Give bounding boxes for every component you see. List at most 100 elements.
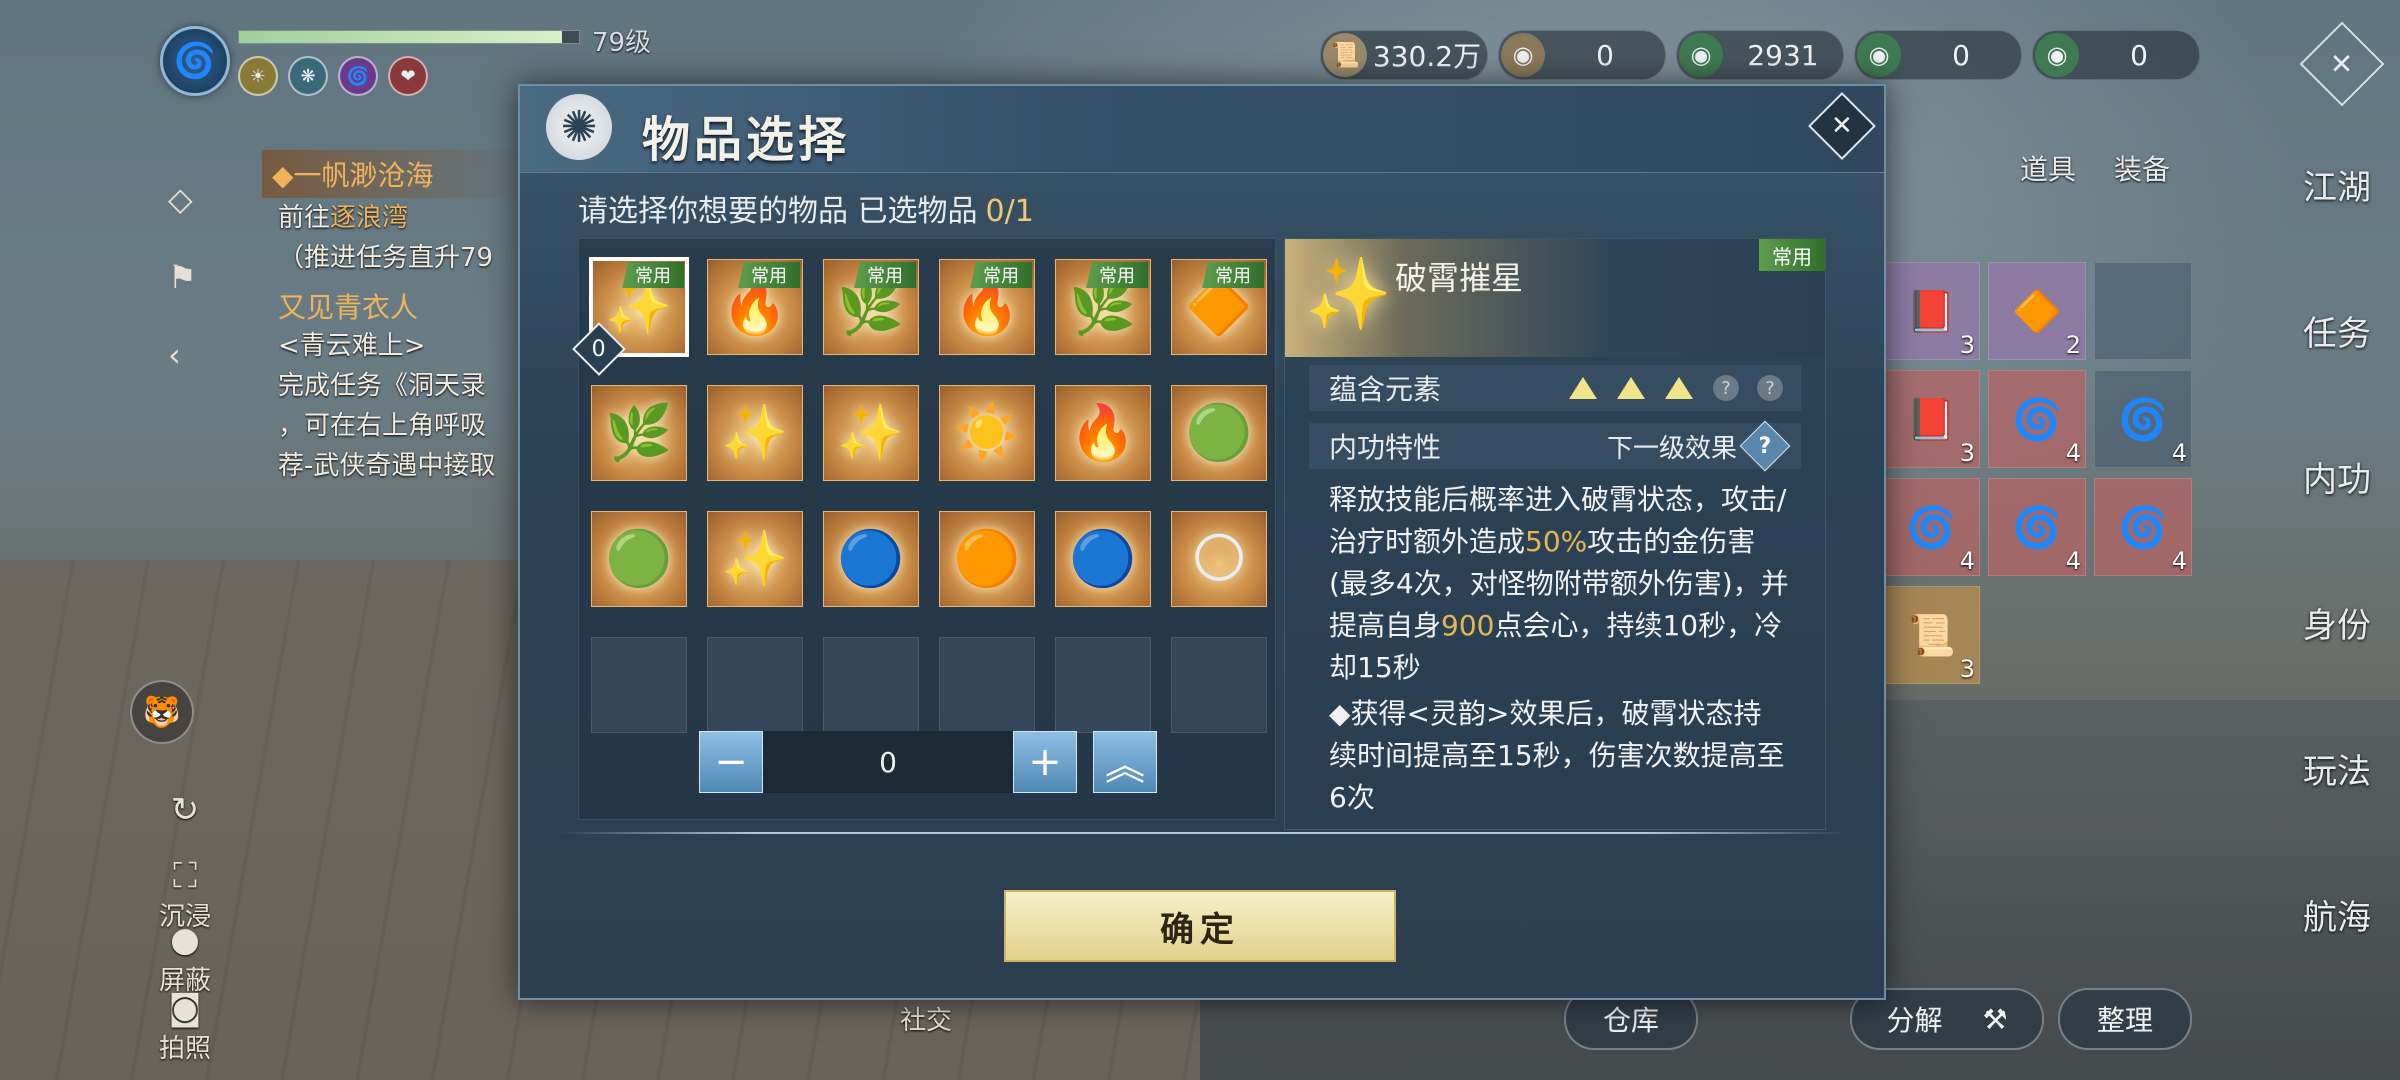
- item-slot[interactable]: 🟢: [591, 511, 687, 607]
- item-slot[interactable]: 🔵: [1055, 511, 1151, 607]
- detail-header: ✨ 破霄摧星 常用: [1285, 239, 1825, 357]
- nav-item[interactable]: 身份: [2282, 598, 2392, 744]
- item-slot[interactable]: ✨ 常用 0: [572, 257, 689, 376]
- item-slot[interactable]: 🔥 常用: [707, 259, 803, 355]
- inventory-cell[interactable]: 🌀 4: [2094, 478, 2192, 576]
- element-row: 蕴含元素 ? ?: [1309, 365, 1801, 411]
- heart-buff-icon[interactable]: ❤: [388, 56, 428, 96]
- help-button[interactable]: ?: [1739, 420, 1791, 472]
- item-slot[interactable]: 🌿: [591, 385, 687, 481]
- inventory-cell[interactable]: 🔶 2: [1988, 262, 2086, 360]
- quantity-stepper: − 0 + ︽: [699, 731, 1157, 793]
- inventory-cell[interactable]: 📜 3: [1882, 586, 1980, 684]
- next-level-effect-link[interactable]: 下一级效果: [1607, 428, 1737, 465]
- sort-button[interactable]: 整理: [2058, 988, 2192, 1050]
- item-slot[interactable]: ☀️: [939, 385, 1035, 481]
- currency-coin[interactable]: ◉ 0: [1498, 30, 1666, 80]
- tiger-icon[interactable]: 🐯: [130, 680, 194, 744]
- quest-line: 完成任务《洞天录: [278, 371, 487, 401]
- item-icon: 🔥: [1069, 401, 1137, 464]
- selected-count: 0/1: [985, 194, 1034, 229]
- coin-icon: ◉: [1501, 33, 1545, 77]
- item-slot[interactable]: ✨: [707, 385, 803, 481]
- flag-icon[interactable]: ⚑: [168, 258, 197, 296]
- nav-item[interactable]: 江湖: [2282, 160, 2392, 306]
- dialog-title: 物品选择: [642, 112, 851, 168]
- selection-instruction: 请选择你想要的物品 已选物品 0/1: [578, 194, 1034, 229]
- quest-tracker[interactable]: ◆一帆渺沧海 前往逐浪湾 （推进任务直升79 又见青衣人 <青云难上> 完成任务…: [262, 150, 532, 486]
- item-detail-panel: ✨ 破霄摧星 常用 蕴含元素 ? ? 内功特性 下一级效果 ? 释放技能后概率进…: [1284, 238, 1826, 830]
- quest-side-icons: ◇ ⚑ ‹: [168, 180, 197, 374]
- item-slot[interactable]: ✨: [823, 385, 919, 481]
- item-slot[interactable]: 🔥: [1055, 385, 1151, 481]
- inventory-cell[interactable]: 📕 3: [1882, 370, 1980, 468]
- nav-item[interactable]: 任务: [2282, 306, 2392, 452]
- sun-buff-icon[interactable]: ☀: [238, 56, 278, 96]
- swirl-buff-icon[interactable]: 🌀: [338, 56, 378, 96]
- item-count: 4: [2171, 547, 2187, 575]
- item-count: 3: [1959, 331, 1975, 359]
- social-button[interactable]: 社交: [900, 1000, 952, 1037]
- decrease-button[interactable]: −: [699, 731, 763, 793]
- confirm-button[interactable]: 确定: [1004, 890, 1396, 962]
- item-slot[interactable]: 🌿 常用: [1055, 259, 1151, 355]
- tab-props[interactable]: 道具: [2020, 148, 2076, 188]
- inventory-grid: 📕 3 🔶 2 📕 3 🌀 4 🌀 4 🌀 4 🌀 4 🌀 4 📜 3: [1882, 262, 2192, 684]
- item-count: 4: [2171, 439, 2187, 467]
- nav-item[interactable]: 内功: [2282, 452, 2392, 598]
- currency-jade-green[interactable]: ◉ 0: [2032, 30, 2200, 80]
- increase-button[interactable]: +: [1013, 731, 1077, 793]
- water-buff-icon[interactable]: ❋: [288, 56, 328, 96]
- item-slot[interactable]: 🌿 常用: [823, 259, 919, 355]
- player-avatar[interactable]: 🌀: [160, 26, 230, 96]
- element-label: 蕴含元素: [1329, 373, 1442, 406]
- question-icon: ?: [1758, 433, 1772, 459]
- item-slot[interactable]: 🔵: [823, 511, 919, 607]
- item-count: 4: [1959, 547, 1975, 575]
- refresh-button[interactable]: ↻: [150, 790, 220, 830]
- currency-jade[interactable]: ◉ 2931: [1676, 30, 1844, 80]
- inventory-cell[interactable]: 📕 3: [1882, 262, 1980, 360]
- jade-coin-plus-icon: ◉: [1857, 33, 1901, 77]
- item-slot[interactable]: 🔥 常用: [939, 259, 1035, 355]
- empty-slot: [823, 637, 919, 733]
- nav-item[interactable]: 航海: [2282, 890, 2392, 1036]
- block-button[interactable]: ● 屏蔽: [150, 920, 220, 997]
- common-tag: 常用: [854, 262, 916, 288]
- item-icon: 🟠: [953, 527, 1021, 590]
- item-slot[interactable]: ✨: [707, 511, 803, 607]
- inventory-cell[interactable]: 🌀 4: [1988, 370, 2086, 468]
- inventory-item-icon: 📜: [1906, 612, 1956, 659]
- unknown-element-icon: ?: [1713, 375, 1739, 401]
- inventory-cell[interactable]: 🌀 4: [2094, 370, 2192, 468]
- photo-button[interactable]: ◙ 拍照: [150, 988, 220, 1065]
- collapse-arrow-icon[interactable]: ‹: [168, 336, 197, 374]
- empty-slot: [591, 637, 687, 733]
- item-icon: 🟢: [1185, 401, 1253, 464]
- quest-tab-icon[interactable]: ◇: [168, 180, 197, 218]
- item-slot[interactable]: 🔶 常用: [1171, 259, 1267, 355]
- currency-silver[interactable]: 📜 330.2万: [1320, 30, 1488, 80]
- quest-title[interactable]: ◆一帆渺沧海: [262, 150, 532, 198]
- inventory-cell[interactable]: 🌀 4: [1882, 478, 1980, 576]
- inventory-cell[interactable]: 🌀 4: [1988, 478, 2086, 576]
- empty-slot: [707, 637, 803, 733]
- close-button[interactable]: ✕: [1808, 92, 1876, 160]
- nav-item[interactable]: 玩法: [2282, 744, 2392, 890]
- inventory-item-icon: 🌀: [2012, 504, 2062, 551]
- currency-jade-plus[interactable]: ◉ 0: [1854, 30, 2022, 80]
- jade-coin-green-icon: ◉: [2035, 33, 2079, 77]
- item-slot[interactable]: 🌕: [1171, 511, 1267, 607]
- item-slot[interactable]: 🟢: [1171, 385, 1267, 481]
- quantity-input[interactable]: 0: [763, 731, 1013, 793]
- minus-icon: −: [714, 739, 748, 785]
- inventory-item-icon: 🌀: [2118, 396, 2168, 443]
- tab-equip[interactable]: 装备: [2114, 148, 2170, 188]
- quest-title-2[interactable]: 又见青衣人: [262, 286, 532, 326]
- inventory-cell[interactable]: [2094, 262, 2192, 360]
- item-slot[interactable]: 🟠: [939, 511, 1035, 607]
- max-button[interactable]: ︽: [1093, 731, 1157, 793]
- item-icon: 🌿: [605, 401, 673, 464]
- triangle-icon: [1569, 377, 1597, 399]
- location-pin-icon: ◆: [272, 159, 294, 192]
